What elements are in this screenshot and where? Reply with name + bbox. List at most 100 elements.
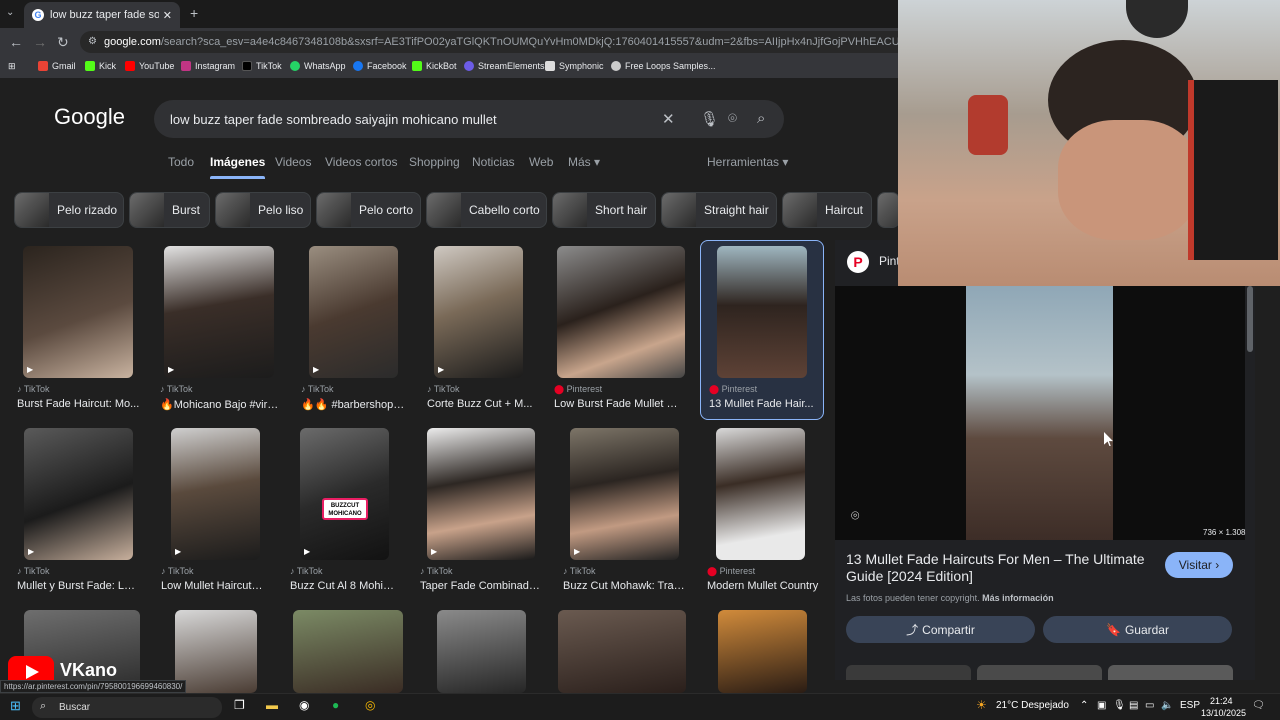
bookmark-whatsapp[interactable]: WhatsApp <box>290 61 346 71</box>
chip-burst[interactable]: Burst <box>129 192 210 228</box>
bookmark-kickbot[interactable]: KickBot <box>412 61 457 71</box>
result-image[interactable] <box>437 610 526 693</box>
search-icon[interactable]: ⌕ <box>757 110 765 127</box>
volume-icon[interactable]: 🔈 <box>1161 700 1173 711</box>
result-title[interactable]: 🔥🔥 #barbershop #... <box>301 398 405 411</box>
result-title[interactable]: 13 Mullet Fade Hair... <box>709 398 815 410</box>
tab-videos[interactable]: Videos <box>275 155 311 169</box>
chrome-icon[interactable]: ◎ <box>365 698 375 712</box>
result-title[interactable]: Low Mullet Haircut: ... <box>161 580 265 592</box>
bookmark-gmail[interactable]: Gmail <box>38 61 76 71</box>
more-info-link[interactable]: Más información <box>982 593 1054 603</box>
result-image[interactable] <box>175 610 257 693</box>
bookmark-tiktok[interactable]: TikTok <box>242 61 282 71</box>
result-title[interactable]: Buzz Cut Al 8 Mohic... <box>290 580 394 592</box>
tab-shopping[interactable]: Shopping <box>409 155 460 169</box>
visit-button[interactable]: Visitar › <box>1165 552 1233 578</box>
result-image[interactable] <box>293 610 403 693</box>
file-explorer-icon[interactable]: ▬ <box>266 698 278 712</box>
result-image[interactable] <box>557 246 685 378</box>
chip-pelo-liso[interactable]: Pelo liso <box>215 192 311 228</box>
bookmark-kick[interactable]: Kick <box>85 61 116 71</box>
chip-short-hair[interactable]: Short hair <box>552 192 656 228</box>
google-logo[interactable]: Google <box>54 104 125 130</box>
tray-overflow-icon[interactable]: ⌃ <box>1080 700 1088 711</box>
result-image[interactable] <box>558 610 686 693</box>
preview-image[interactable] <box>966 286 1113 540</box>
tab-search-icon[interactable]: ⌄ <box>6 7 14 18</box>
bookmark-streamelements[interactable]: StreamElements <box>464 61 545 71</box>
bookmark-symphonic[interactable]: Symphonic <box>545 61 604 71</box>
reload-icon[interactable]: ↻ <box>57 34 69 51</box>
result-image[interactable]: BUZZCUT MOHICANO ▶ <box>300 428 389 560</box>
lens-search-icon[interactable]: ⌾ <box>851 507 859 524</box>
panel-scrollbar[interactable] <box>1247 286 1253 352</box>
tab-imagenes[interactable]: Imágenes <box>210 155 266 179</box>
bookmark-free-loops[interactable]: Free Loops Samples... <box>611 61 716 71</box>
clear-icon[interactable]: ✕ <box>662 110 675 128</box>
result-image[interactable]: ▶ <box>164 246 274 378</box>
result-image[interactable]: ▶ <box>309 246 398 378</box>
tab-web[interactable]: Web <box>529 155 553 169</box>
tab-noticias[interactable]: Noticias <box>472 155 515 169</box>
share-button[interactable]: ⤴ Compartir <box>846 616 1035 643</box>
related-thumbnail[interactable] <box>977 665 1102 680</box>
result-image[interactable]: ▶ <box>24 428 133 560</box>
result-title[interactable]: Buzz Cut Mohawk: Tran... <box>563 580 687 592</box>
chip-pelo-rizado[interactable]: Pelo rizado <box>14 192 124 228</box>
notifications-icon[interactable]: 🗨 <box>1252 700 1265 711</box>
result-image[interactable] <box>717 246 807 378</box>
apps-icon[interactable]: ⊞ <box>8 61 16 72</box>
tray-app-icon[interactable]: ▤ <box>1129 700 1138 711</box>
result-title[interactable]: Low Burst Fade Mullet - ... <box>554 398 680 410</box>
forward-icon[interactable]: → <box>33 34 47 50</box>
result-title[interactable]: Burst Fade Haircut: Mo... <box>17 398 141 410</box>
tab-mas[interactable]: Más ▾ <box>568 155 600 169</box>
network-icon[interactable]: ▭ <box>1145 700 1154 711</box>
result-title[interactable]: 🔥Mohicano Bajo #viral... <box>160 398 282 411</box>
chip-more[interactable] <box>877 192 900 228</box>
obs-icon[interactable]: ◉ <box>299 698 309 712</box>
tab-videos-cortos[interactable]: Videos cortos <box>325 155 398 169</box>
address-bar[interactable]: ⚙ google.com/search?sca_esv=a4e4c8467348… <box>80 31 900 53</box>
result-image[interactable]: ▶ <box>23 246 133 378</box>
result-image[interactable] <box>718 610 807 693</box>
taskbar-search[interactable]: ⌕ Buscar <box>32 697 222 718</box>
result-image[interactable]: ▶ <box>434 246 523 378</box>
new-tab-icon[interactable]: + <box>190 5 198 21</box>
related-thumbnail[interactable] <box>846 665 971 680</box>
search-input[interactable]: low buzz taper fade sombreado saiyajin m… <box>154 100 784 138</box>
microphone-icon[interactable]: 🎙 <box>700 110 719 128</box>
result-image[interactable]: ▶ <box>427 428 535 560</box>
bookmark-youtube[interactable]: YouTube <box>125 61 174 71</box>
panel-title[interactable]: 13 Mullet Fade Haircuts For Men – The Ul… <box>846 551 1156 585</box>
weather-text[interactable]: 21°C Despejado <box>996 700 1069 711</box>
chip-cabello-corto[interactable]: Cabello corto <box>426 192 547 228</box>
windows-start-icon[interactable]: ⊞ <box>10 698 21 714</box>
result-title[interactable]: Corte Buzz Cut + M... <box>427 398 533 410</box>
lens-icon[interactable]: ⌾ <box>728 110 737 127</box>
spotify-icon[interactable]: ● <box>332 698 339 712</box>
clock-time[interactable]: 21:24 <box>1210 696 1233 706</box>
bookmark-instagram[interactable]: Instagram <box>181 61 235 71</box>
result-title[interactable]: Modern Mullet Country <box>707 580 825 592</box>
chip-straight-hair[interactable]: Straight hair <box>661 192 777 228</box>
result-title[interactable]: Taper Fade Combinado... <box>420 580 542 592</box>
microphone-tray-icon[interactable]: 🎙 <box>1113 700 1126 711</box>
tools-button[interactable]: Herramientas ▾ <box>707 155 788 169</box>
language-indicator[interactable]: ESP <box>1180 700 1200 711</box>
browser-tab[interactable]: G low buzz taper fade sombreado ✕ <box>24 2 180 28</box>
chip-haircut[interactable]: Haircut <box>782 192 872 228</box>
bookmark-facebook[interactable]: Facebook <box>353 61 407 71</box>
result-image[interactable] <box>716 428 805 560</box>
close-tab-icon[interactable]: ✕ <box>163 9 172 22</box>
tray-app-icon[interactable]: ▣ <box>1097 700 1106 711</box>
chip-pelo-corto[interactable]: Pelo corto <box>316 192 421 228</box>
back-icon[interactable]: ← <box>9 34 23 50</box>
task-view-icon[interactable]: ❐ <box>234 698 245 712</box>
result-image[interactable]: ▶ <box>171 428 260 560</box>
save-button[interactable]: 🔖 Guardar <box>1043 616 1232 643</box>
site-info-icon[interactable]: ⚙ <box>88 36 97 47</box>
result-image[interactable]: ▶ <box>570 428 679 560</box>
clock-date[interactable]: 13/10/2025 <box>1201 708 1246 718</box>
